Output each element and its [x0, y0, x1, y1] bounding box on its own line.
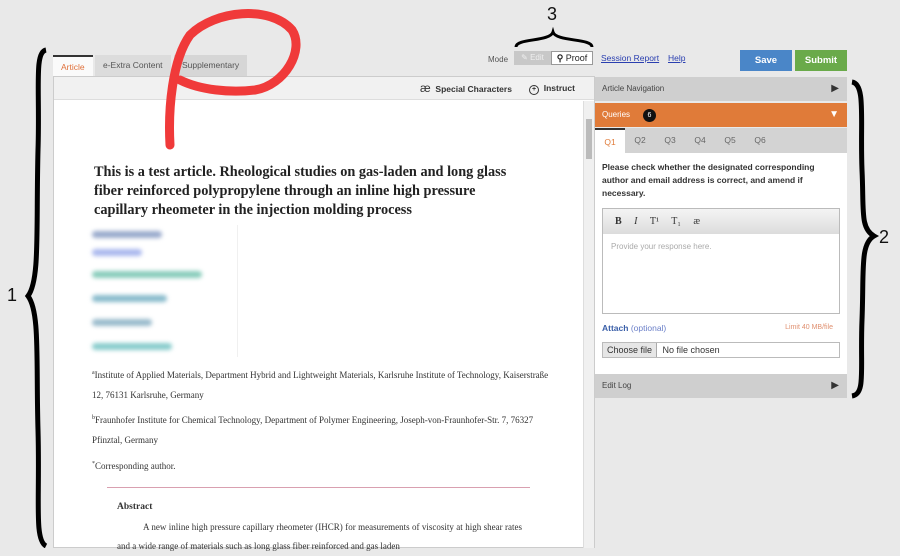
brace-2 [851, 79, 880, 399]
annotation-label-1: 1 [7, 285, 18, 305]
red-loop-annotation [165, 9, 301, 150]
annotation-label-2: 2 [879, 227, 890, 247]
brace-3 [514, 26, 594, 48]
annotation-label-3: 3 [547, 4, 558, 24]
annotation-overlay [24, 9, 880, 548]
brace-1 [24, 47, 48, 548]
